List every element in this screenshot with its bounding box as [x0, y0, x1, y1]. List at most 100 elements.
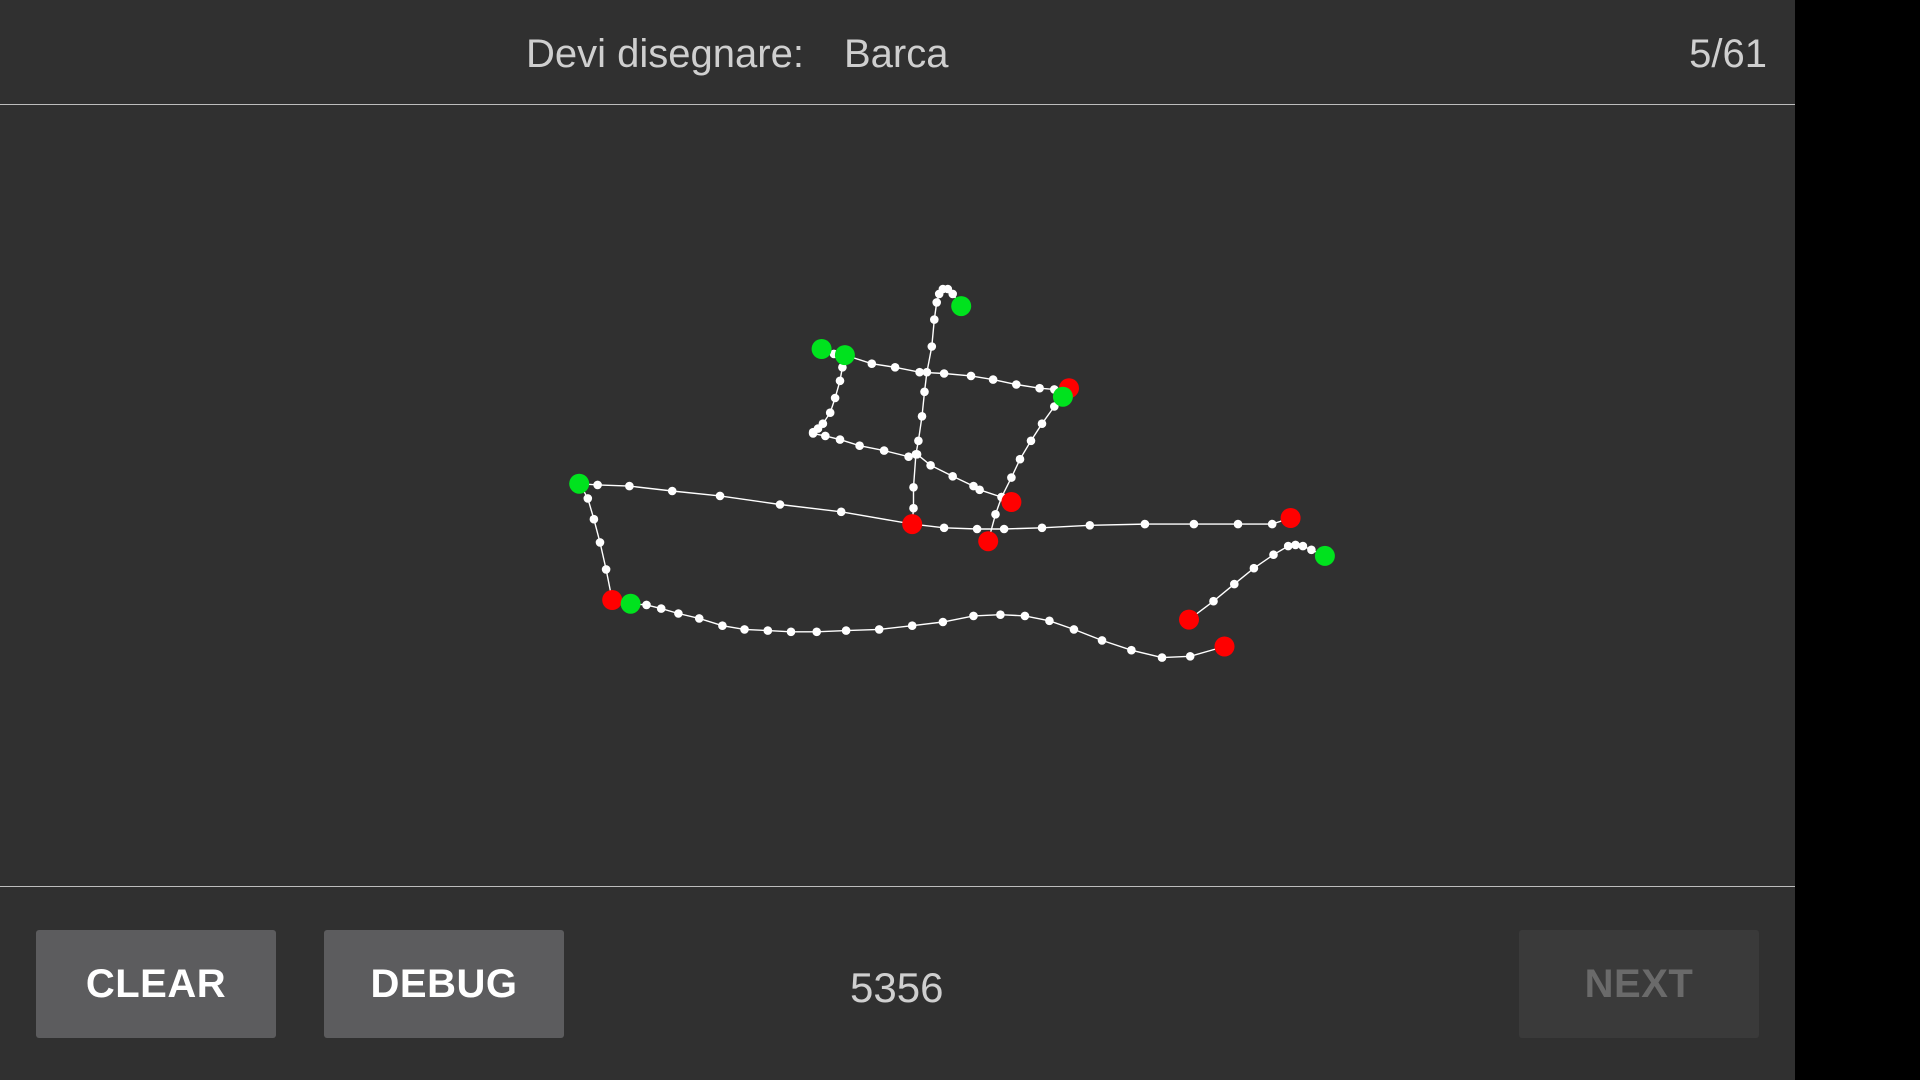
stroke-point — [1007, 473, 1016, 482]
stroke-point — [907, 621, 917, 630]
stroke-point — [830, 393, 840, 403]
stroke-point — [821, 431, 830, 441]
stroke-point — [917, 412, 927, 421]
stroke-line — [987, 396, 1064, 542]
stroke-point — [1037, 419, 1047, 429]
stroke-point — [740, 625, 749, 634]
stroke-line — [821, 348, 1070, 391]
stroke-point — [912, 450, 922, 459]
stroke-end-point — [602, 590, 623, 610]
stroke-start-point — [1052, 386, 1073, 407]
stroke-point — [972, 524, 982, 534]
stroke-start-point — [620, 593, 641, 614]
stroke-point — [926, 461, 935, 470]
stroke-point — [969, 611, 978, 621]
stroke-end-point — [1179, 609, 1199, 630]
stroke-point — [593, 480, 602, 490]
stroke-point — [909, 483, 918, 492]
stroke-point — [1269, 550, 1278, 559]
stroke-point — [694, 614, 704, 623]
stroke-point — [835, 435, 845, 444]
stroke-point — [920, 387, 929, 397]
stroke-point — [1127, 645, 1136, 655]
stroke-start-point — [834, 345, 855, 366]
stroke-point — [879, 446, 889, 455]
stroke-point — [1189, 519, 1199, 529]
stroke-line — [911, 288, 962, 525]
prompt-label: Devi disegnare: — [526, 32, 804, 76]
stroke-end-point — [1001, 492, 1022, 512]
stroke-point — [1233, 519, 1243, 529]
stroke-point — [855, 441, 864, 451]
stroke-point — [786, 627, 796, 637]
stroke-start-point — [811, 339, 832, 359]
stroke-point — [930, 315, 939, 324]
stroke-point — [1069, 625, 1079, 634]
header-bar: Devi disegnare: Barca 5/61 — [0, 0, 1795, 105]
stroke-point — [914, 436, 923, 446]
stroke-point — [927, 342, 937, 351]
clear-button[interactable]: CLEAR — [36, 930, 276, 1038]
stroke-start-point — [951, 296, 972, 317]
stroke-point — [1209, 596, 1218, 606]
stroke-point — [601, 565, 611, 574]
stroke-point — [1230, 579, 1239, 589]
stroke-point — [939, 369, 949, 378]
stroke-point — [1015, 454, 1025, 464]
stroke-point — [1267, 519, 1277, 529]
stroke-point — [1026, 436, 1036, 446]
stroke-point — [934, 289, 944, 299]
next-button[interactable]: NEXT — [1519, 930, 1759, 1038]
stroke-point — [1249, 563, 1259, 573]
stroke-point — [812, 627, 821, 637]
stroke-point — [948, 472, 957, 481]
stroke-start-point — [569, 473, 590, 494]
stroke-point — [775, 500, 785, 509]
stroke-point — [808, 429, 818, 438]
stroke-point — [825, 408, 835, 418]
stroke-point — [1020, 611, 1030, 621]
stroke-point — [718, 621, 727, 630]
stroke-point — [1085, 521, 1095, 530]
stroke-point — [938, 617, 948, 627]
stroke-point — [932, 298, 941, 307]
stroke-end-point — [1214, 636, 1235, 657]
stroke-point — [1140, 519, 1150, 529]
stroke-point — [999, 524, 1009, 534]
stroke-point — [904, 452, 913, 462]
stroke-point — [1157, 653, 1167, 662]
stroke-point — [975, 485, 984, 495]
stroke-point — [909, 503, 918, 513]
stroke-point — [988, 375, 998, 384]
stroke-end-point — [1280, 508, 1301, 528]
stroke-point — [1185, 652, 1195, 661]
stroke-point — [667, 486, 677, 496]
stroke-end-point — [978, 531, 999, 552]
stroke-point — [915, 367, 924, 377]
app-window: Devi disegnare: Barca 5/61 CLEAR DEBUG 5… — [0, 0, 1795, 1080]
debug-button[interactable]: DEBUG — [324, 930, 564, 1038]
score-value: 5356 — [850, 964, 944, 1011]
footer-bar: CLEAR DEBUG 5356 NEXT — [0, 886, 1795, 1080]
stroke-point — [589, 514, 599, 524]
stroke-point — [841, 626, 851, 635]
stroke-point — [1283, 541, 1293, 551]
stroke-point — [836, 507, 846, 517]
drawing-canvas[interactable] — [0, 106, 1795, 886]
stroke-point — [1097, 636, 1107, 645]
stroke-point — [625, 481, 634, 491]
stroke-end-point — [902, 514, 923, 535]
stroke-point — [867, 359, 877, 369]
stroke-point — [939, 523, 949, 533]
stroke-point — [715, 491, 725, 501]
stroke-point — [1307, 545, 1316, 555]
stroke-line — [1188, 544, 1326, 621]
prompt-word: Barca — [844, 32, 949, 76]
stroke-point — [890, 363, 900, 372]
stroke-point — [835, 376, 845, 386]
stroke-point — [642, 600, 651, 610]
drawing-strokes — [569, 284, 1335, 662]
stroke-point — [991, 510, 1000, 519]
stroke-point — [656, 604, 666, 613]
stroke-point — [1012, 380, 1021, 389]
